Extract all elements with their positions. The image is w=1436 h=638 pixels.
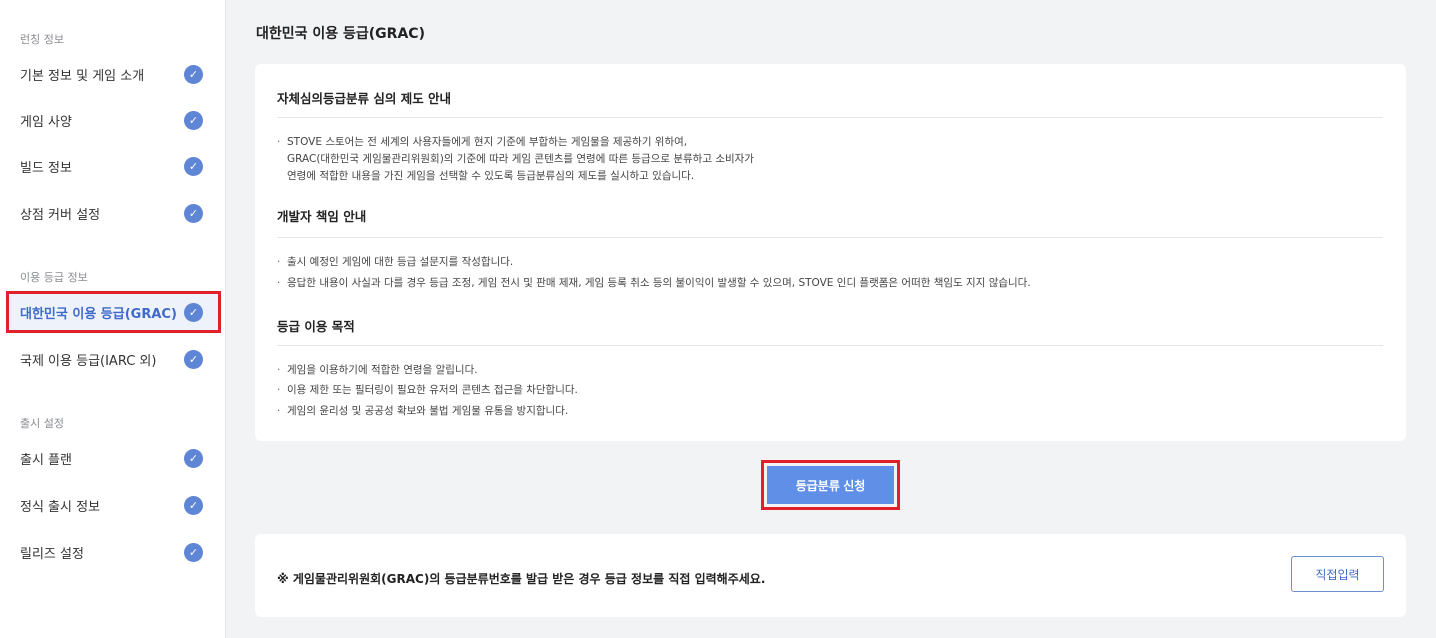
info-line-text: 이용 제한 또는 필터링이 필요한 유저의 콘텐츠 접근을 차단합니다. (287, 384, 578, 396)
bullet: · (277, 277, 281, 289)
check-circle-icon: ✓ (184, 110, 203, 130)
info-line-text: 응답한 내용이 사실과 다를 경우 등급 조정, 게임 전시 및 판매 제재, … (287, 277, 1031, 289)
section-title-release: 출시 설정 (20, 417, 64, 430)
notice-text: ※ 게임물관리위원회(GRAC)의 등급분류번호를 발급 받은 경우 등급 정보… (277, 572, 766, 586)
sidebar-item-store-cover[interactable]: 상점 커버 설정 ✓ (6, 192, 221, 234)
sidebar-item-label: 정식 출시 정보 (20, 499, 101, 515)
sidebar-item-iarc[interactable]: 국제 이용 등급(IARC 외) ✓ (6, 338, 221, 380)
section-heading: 개발자 책임 안내 (277, 209, 367, 224)
sidebar-item-game-specs[interactable]: 게임 사양 ✓ (6, 99, 221, 141)
info-line: · STOVE 스토어는 전 세계의 사용자들에게 현지 기준에 부합하는 게임물… (277, 134, 687, 149)
info-card: 자체심의등급분류 심의 제도 안내 · STOVE 스토어는 전 세계의 사용자들… (255, 64, 1406, 441)
divider (277, 117, 1383, 118)
check-circle-icon: ✓ (184, 156, 203, 176)
sidebar-item-label: 기본 정보 및 게임 소개 (20, 68, 145, 84)
apply-button-highlight: 등급분류 신청 (761, 460, 900, 510)
sidebar-item-release-settings[interactable]: 릴리즈 설정 ✓ (6, 531, 221, 573)
bullet: · (277, 256, 281, 268)
page-title: 대한민국 이용 등급(GRAC) (256, 26, 425, 42)
info-line-text: STOVE 스토어는 전 세계의 사용자들에게 현지 기준에 부합하는 게임물을… (287, 136, 688, 148)
sidebar-item-label: 국제 이용 등급(IARC 외) (20, 353, 157, 369)
section-title-launch: 런칭 정보 (20, 33, 64, 46)
info-line: 연령에 적합한 내용을 가진 게임을 선택할 수 있도록 등급분류심의 제도를 … (287, 170, 695, 182)
divider (277, 345, 1383, 346)
check-circle-icon: ✓ (184, 448, 203, 468)
info-line: GRAC(대한민국 게임물관리위원회)의 기준에 따라 게임 콘텐츠를 연령에 … (287, 153, 754, 165)
sidebar-item-label: 대한민국 이용 등급(GRAC) (20, 306, 177, 322)
info-line-text: 게임을 이용하기에 적합한 연령을 알립니다. (287, 364, 478, 376)
notice-card: ※ 게임물관리위원회(GRAC)의 등급분류번호를 발급 받은 경우 등급 정보… (255, 534, 1406, 617)
sidebar-item-build-info[interactable]: 빌드 정보 ✓ (6, 145, 221, 187)
bullet: · (277, 405, 281, 417)
info-line: · 이용 제한 또는 필터링이 필요한 유저의 콘텐츠 접근을 차단합니다. (277, 382, 578, 397)
sidebar-item-label: 출시 플랜 (20, 452, 72, 468)
main-content: 대한민국 이용 등급(GRAC) 자체심의등급분류 심의 제도 안내 · STOV… (227, 0, 1436, 638)
sidebar-item-label: 게임 사양 (20, 114, 72, 130)
check-circle-icon: ✓ (184, 542, 203, 562)
sidebar-item-grac[interactable]: 대한민국 이용 등급(GRAC) ✓ (6, 291, 221, 333)
section-heading: 자체심의등급분류 심의 제도 안내 (277, 91, 452, 106)
info-line-text: 출시 예정인 게임에 대한 등급 설문지를 작성합니다. (287, 256, 514, 268)
sidebar: 런칭 정보 기본 정보 및 게임 소개 ✓ 게임 사양 ✓ 빌드 정보 ✓ 상점… (0, 0, 226, 638)
bullet: · (277, 364, 281, 376)
sidebar-item-label: 상점 커버 설정 (20, 207, 101, 223)
info-line: · 응답한 내용이 사실과 다를 경우 등급 조정, 게임 전시 및 판매 제재,… (277, 275, 1031, 290)
section-title-rating: 이용 등급 정보 (20, 271, 88, 284)
direct-input-button[interactable]: 직접입력 (1291, 556, 1384, 592)
sidebar-item-label: 빌드 정보 (20, 160, 72, 176)
bullet: · (277, 384, 281, 396)
check-circle-icon: ✓ (184, 495, 203, 515)
check-circle-icon: ✓ (184, 203, 203, 223)
check-circle-icon: ✓ (184, 349, 203, 369)
info-line: · 게임을 이용하기에 적합한 연령을 알립니다. (277, 362, 478, 377)
section-heading: 등급 이용 목적 (277, 319, 355, 334)
sidebar-item-release-plan[interactable]: 출시 플랜 ✓ (6, 437, 221, 479)
bullet: · (277, 136, 281, 148)
info-line: · 게임의 윤리성 및 공공성 확보와 불법 게임물 유통을 방지합니다. (277, 403, 568, 418)
divider (277, 237, 1383, 238)
apply-rating-button[interactable]: 등급분류 신청 (767, 466, 894, 504)
sidebar-item-basic-info[interactable]: 기본 정보 및 게임 소개 ✓ (6, 53, 221, 95)
info-line: · 출시 예정인 게임에 대한 등급 설문지를 작성합니다. (277, 254, 513, 269)
info-line-text: 게임의 윤리성 및 공공성 확보와 불법 게임물 유통을 방지합니다. (287, 405, 569, 417)
check-circle-icon: ✓ (184, 302, 203, 322)
check-circle-icon: ✓ (184, 64, 203, 84)
sidebar-item-official-release[interactable]: 정식 출시 정보 ✓ (6, 484, 221, 526)
sidebar-item-label: 릴리즈 설정 (20, 546, 84, 562)
